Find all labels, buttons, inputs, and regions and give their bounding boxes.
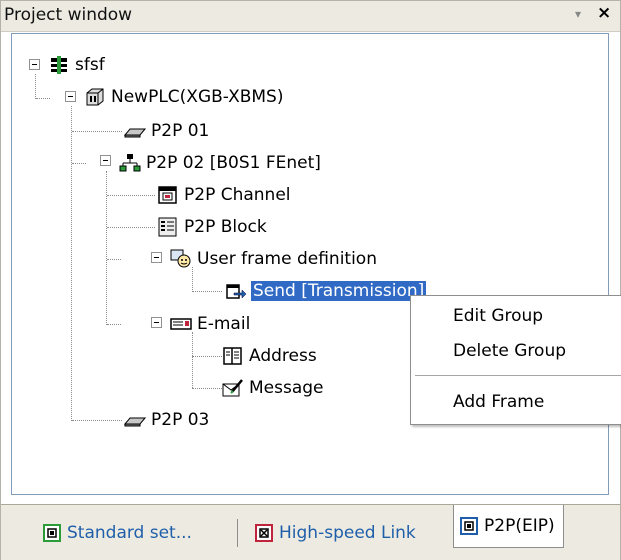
tree-line (192, 332, 193, 388)
address-book-icon (222, 346, 244, 366)
tab-p2p-eip[interactable]: P2P(EIP) (453, 505, 564, 548)
tree-node-email[interactable]: E-mail (170, 313, 250, 335)
email-icon (170, 314, 192, 334)
tree-line (107, 195, 155, 196)
tab-high-speed-link[interactable]: High-speed Link (255, 517, 416, 549)
tab-standard-settings[interactable]: Standard set... (43, 517, 192, 549)
tree-node-label: P2P 03 (151, 410, 210, 430)
tree-line (192, 267, 193, 292)
tree-node-p2p-01[interactable]: P2P 01 (123, 120, 210, 142)
block-icon (157, 217, 179, 237)
project-window: Project window ▾ × sfsf NewPLC(XGB-XBMS)… (0, 0, 621, 560)
tree-node-label: NewPLC(XGB-XBMS) (111, 87, 284, 107)
tab-label: P2P(EIP) (484, 516, 555, 536)
tree-node-root[interactable]: sfsf (48, 54, 105, 76)
pin-icon[interactable]: ▾ (575, 7, 581, 21)
tree-node-p2p-channel[interactable]: P2P Channel (157, 184, 291, 206)
tree-node-plc[interactable]: NewPLC(XGB-XBMS) (84, 86, 283, 108)
title-bar[interactable]: Project window ▾ × (1, 1, 620, 32)
close-icon[interactable]: × (597, 3, 611, 23)
plc-icon (84, 87, 106, 107)
tree-node-send[interactable]: Send [Transmission] (224, 280, 427, 302)
tree-node-label: P2P 01 (151, 121, 210, 141)
p2p-icon (123, 410, 147, 430)
collapse-toggle[interactable] (151, 317, 162, 328)
network-icon (119, 153, 141, 173)
tree-node-label: P2P Channel (184, 185, 291, 205)
tab-bar: Standard set... High-speed Link P2P(EIP) (1, 504, 620, 560)
tree-line (36, 98, 50, 99)
context-menu: Edit Group Delete Group Add Frame (410, 295, 621, 425)
tree-line (107, 227, 155, 228)
tree-node-label: Message (249, 378, 324, 398)
tree-node-message[interactable]: Message (222, 377, 324, 399)
tree-node-label: User frame definition (197, 249, 377, 269)
menu-separator (415, 375, 621, 376)
collapse-toggle[interactable] (29, 59, 40, 70)
tree-line (72, 163, 86, 164)
standard-settings-icon (43, 524, 61, 542)
tab-divider (237, 519, 238, 547)
tree-node-label: sfsf (75, 55, 105, 75)
message-icon (222, 378, 244, 398)
p2p-eip-icon (460, 517, 478, 535)
collapse-toggle[interactable] (65, 91, 76, 102)
tree-line (192, 291, 222, 292)
collapse-toggle[interactable] (151, 252, 162, 263)
tree-line (107, 259, 121, 260)
tree-node-p2p-block[interactable]: P2P Block (157, 216, 267, 238)
tab-label: High-speed Link (279, 523, 416, 543)
tree-line (35, 74, 36, 99)
tree-node-label: P2P 02 [B0S1 FEnet] (146, 153, 321, 173)
p2p-icon (123, 121, 147, 141)
tree-line (72, 420, 122, 421)
tree-node-label: Send [Transmission] (251, 281, 427, 301)
tree-node-user-frame-definition[interactable]: User frame definition (170, 248, 377, 270)
tree-node-label: E-mail (197, 314, 251, 334)
user-frame-icon (170, 249, 192, 269)
tree-line (192, 388, 222, 389)
window-title: Project window (4, 5, 133, 25)
tree-line (107, 324, 121, 325)
project-icon (48, 55, 70, 75)
tree-node-p2p-02[interactable]: P2P 02 [B0S1 FEnet] (119, 152, 321, 174)
project-tree: sfsf NewPLC(XGB-XBMS) P2P 01 P2P 02 [B0S… (11, 33, 609, 495)
tree-node-label: P2P Block (184, 217, 267, 237)
tree-node-p2p-03[interactable]: P2P 03 (123, 409, 210, 431)
high-speed-link-icon (255, 524, 273, 542)
menu-item-delete-group[interactable]: Delete Group (453, 341, 566, 361)
tree-node-label: Address (249, 346, 317, 366)
menu-item-add-frame[interactable]: Add Frame (453, 392, 544, 412)
channel-icon (157, 185, 179, 205)
tree-node-address[interactable]: Address (222, 345, 317, 367)
send-icon (224, 281, 247, 301)
collapse-toggle[interactable] (100, 155, 111, 166)
tree-line (192, 356, 222, 357)
menu-item-edit-group[interactable]: Edit Group (453, 306, 543, 326)
tree-line (72, 131, 122, 132)
tab-label: Standard set... (67, 523, 192, 543)
tree-line (71, 106, 72, 421)
